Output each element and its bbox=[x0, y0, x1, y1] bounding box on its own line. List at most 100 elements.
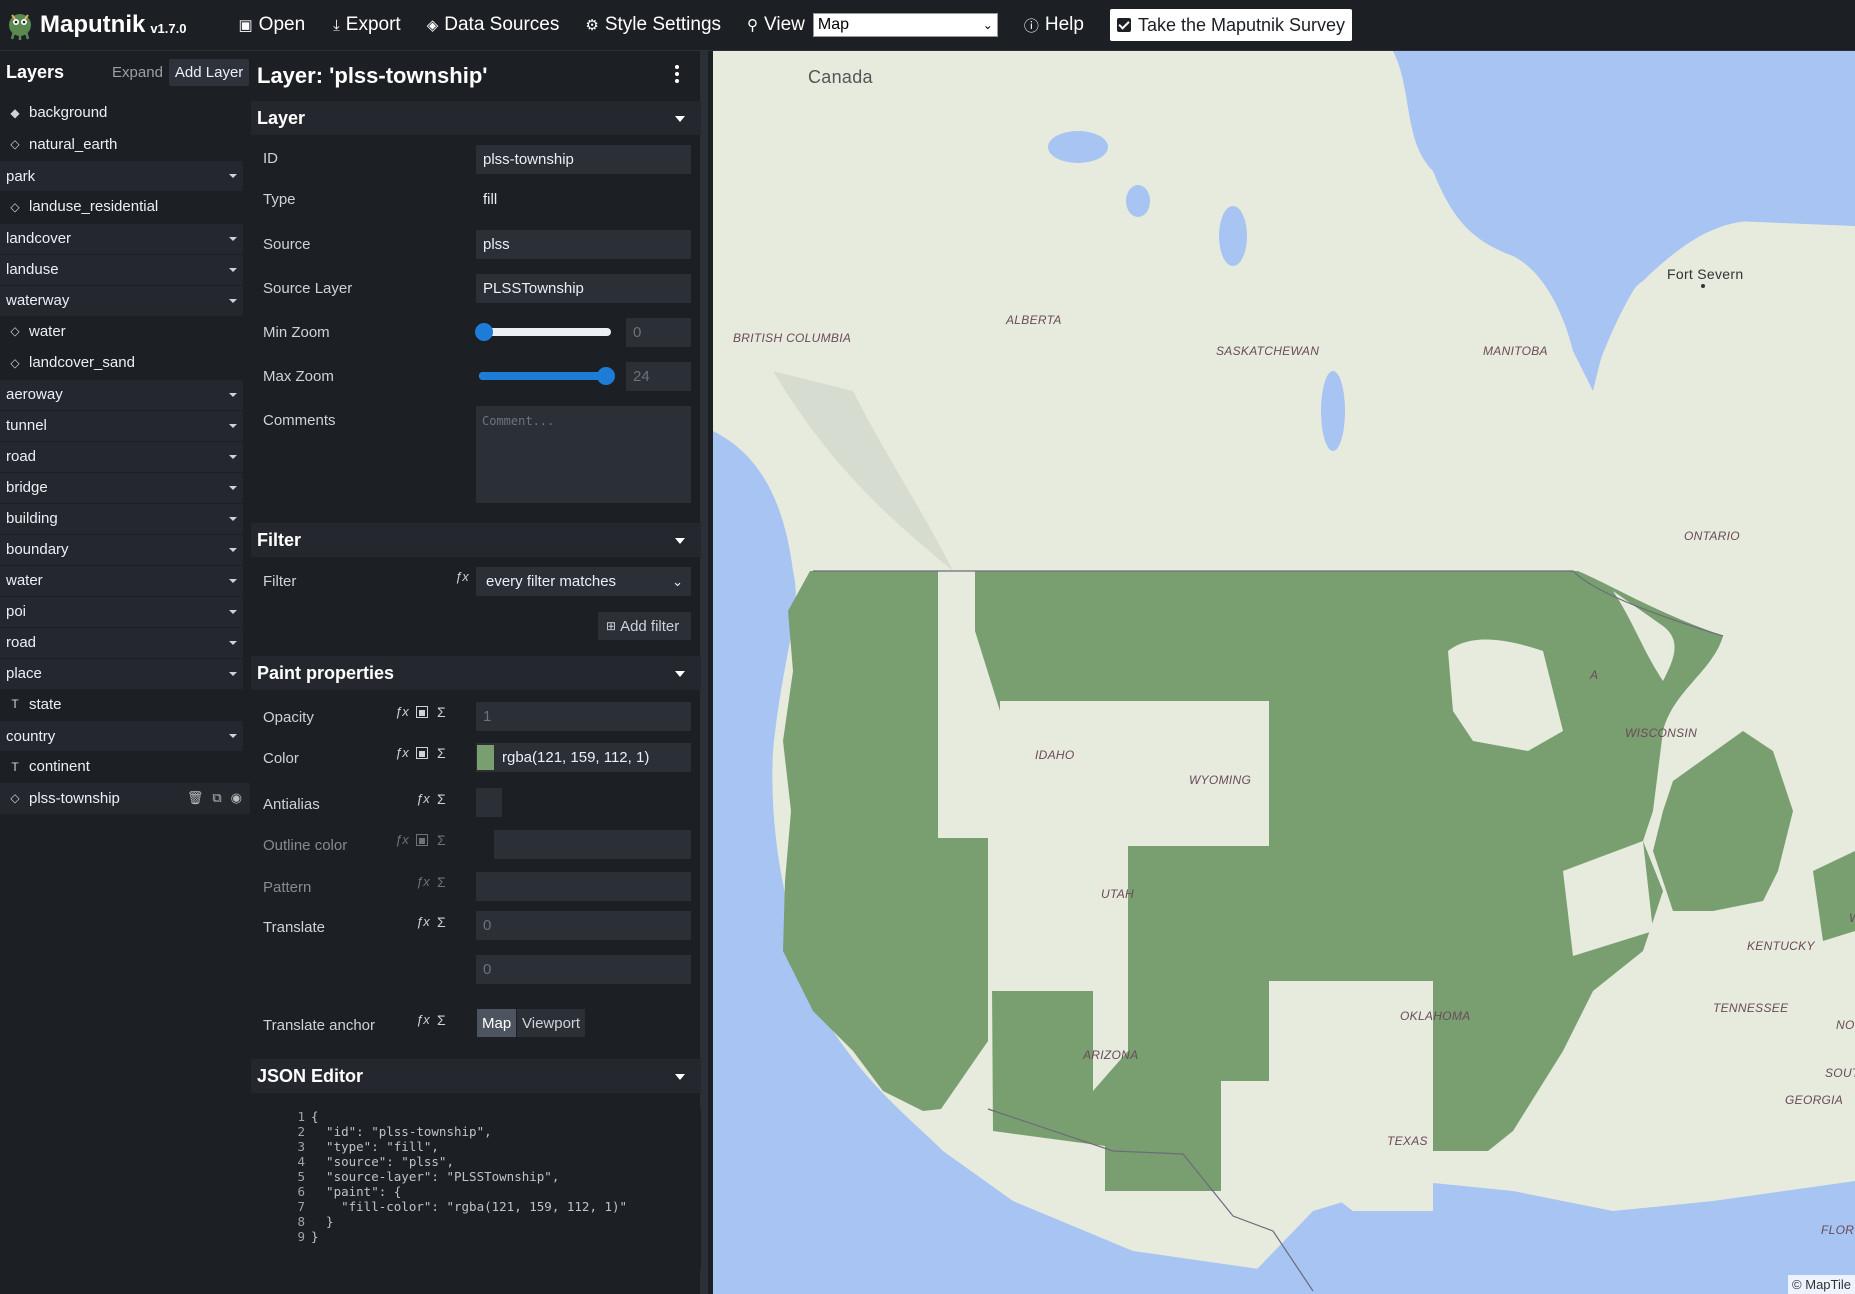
outline-color-input[interactable] bbox=[494, 830, 691, 859]
open-button[interactable]: ▣ Open bbox=[238, 14, 305, 36]
paint-section-header[interactable]: Paint properties bbox=[251, 656, 701, 690]
caret-down-icon[interactable] bbox=[229, 423, 237, 428]
slider-handle[interactable] bbox=[597, 367, 615, 385]
layer-item-natural_earth[interactable]: ◇ natural_earth bbox=[0, 129, 250, 161]
comments-textarea[interactable]: Comment... bbox=[476, 406, 691, 503]
function-icon[interactable]: ƒx bbox=[416, 914, 430, 929]
caret-down-icon[interactable] bbox=[229, 174, 237, 178]
layer-group-bridge[interactable]: bridge bbox=[0, 472, 243, 503]
layer-group-park[interactable]: park bbox=[0, 161, 243, 191]
layer-group-tunnel[interactable]: tunnel bbox=[0, 410, 243, 441]
expression-icon[interactable]: Σ bbox=[437, 832, 446, 848]
map-attribution[interactable]: © MapTile bbox=[1788, 1275, 1855, 1294]
caret-down-icon[interactable] bbox=[229, 578, 237, 583]
layer-group-road[interactable]: road bbox=[0, 441, 243, 472]
expand-button[interactable]: Expand bbox=[106, 59, 169, 86]
export-button[interactable]: ⤓ Export bbox=[333, 14, 401, 36]
delete-icon[interactable]: 🗑 bbox=[187, 790, 204, 806]
add-layer-button[interactable]: Add Layer bbox=[168, 58, 250, 86]
layer-item-landcover_sand[interactable]: ◇ landcover_sand bbox=[0, 347, 250, 379]
max-zoom-slider[interactable] bbox=[479, 367, 615, 385]
json-editor-header[interactable]: JSON Editor bbox=[251, 1059, 701, 1093]
layer-section-header[interactable]: Layer bbox=[251, 101, 701, 135]
layer-item-landuse_residential[interactable]: ◇ landuse_residential bbox=[0, 191, 250, 223]
help-button[interactable]: ⓘ Help bbox=[1024, 14, 1084, 36]
layer-group-place[interactable]: place bbox=[0, 658, 243, 689]
expression-icon[interactable]: Σ bbox=[437, 1012, 446, 1028]
layer-group-boundary[interactable]: boundary bbox=[0, 534, 243, 565]
map-view[interactable]: Canada BRITISH COLUMBIA ALBERTA SASKATCH… bbox=[713, 51, 1855, 1294]
data-driven-icon[interactable] bbox=[416, 747, 428, 759]
anchor-map-button[interactable]: Map bbox=[477, 1009, 517, 1037]
json-editor[interactable]: 1{2 "id": "plss-township", 3 "type": "fil… bbox=[251, 1109, 701, 1269]
eye-icon[interactable]: ◉ bbox=[231, 790, 242, 806]
antialias-checkbox[interactable] bbox=[476, 788, 502, 817]
pattern-input[interactable] bbox=[476, 872, 691, 901]
caret-down-icon[interactable] bbox=[229, 609, 237, 614]
data-driven-icon[interactable] bbox=[416, 706, 428, 718]
caret-down-icon[interactable] bbox=[229, 671, 237, 676]
layer-group-waterway[interactable]: waterway bbox=[0, 285, 243, 316]
survey-button[interactable]: Take the Maputnik Survey bbox=[1109, 9, 1353, 41]
caret-down-icon[interactable] bbox=[229, 267, 237, 272]
expression-icon[interactable]: Σ bbox=[437, 791, 446, 807]
translate-y-input[interactable]: 0 bbox=[476, 955, 691, 984]
caret-down-icon[interactable] bbox=[229, 392, 237, 397]
layer-item-water[interactable]: ◇ water bbox=[0, 316, 250, 348]
add-filter-button[interactable]: ⊞ Add filter bbox=[598, 612, 691, 640]
editor-scrollbar[interactable] bbox=[700, 51, 708, 1294]
function-icon[interactable]: ƒx bbox=[455, 569, 469, 584]
caret-down-icon[interactable] bbox=[229, 454, 237, 459]
layer-group-road[interactable]: road bbox=[0, 627, 243, 658]
min-zoom-slider[interactable] bbox=[475, 323, 611, 341]
function-icon[interactable]: ƒx bbox=[416, 874, 430, 889]
caret-down-icon[interactable] bbox=[229, 236, 237, 241]
layer-group-landcover[interactable]: landcover bbox=[0, 223, 243, 254]
caret-down-icon[interactable] bbox=[229, 516, 237, 521]
more-options-icon[interactable] bbox=[675, 65, 679, 86]
color-input[interactable]: rgba(121, 159, 112, 1) bbox=[476, 743, 691, 772]
layer-group-building[interactable]: building bbox=[0, 503, 243, 534]
slider-handle[interactable] bbox=[475, 323, 493, 341]
layer-group-aeroway[interactable]: aeroway bbox=[0, 379, 243, 410]
layer-group-landuse[interactable]: landuse bbox=[0, 254, 243, 285]
caret-down-icon[interactable] bbox=[229, 547, 237, 552]
translate-x-input[interactable]: 0 bbox=[476, 911, 691, 940]
view-select-value: Map bbox=[817, 16, 849, 33]
view-select[interactable]: Map ⌄ bbox=[812, 13, 998, 37]
function-icon[interactable]: ƒx bbox=[416, 1012, 430, 1027]
layer-item-background[interactable]: ◆ background bbox=[0, 97, 250, 129]
caret-down-icon[interactable] bbox=[229, 640, 237, 645]
expression-icon[interactable]: Σ bbox=[437, 704, 446, 720]
layer-group-country[interactable]: country bbox=[0, 721, 243, 751]
source-layer-input[interactable]: PLSSTownship bbox=[476, 274, 691, 303]
layer-group-poi[interactable]: poi bbox=[0, 596, 243, 627]
id-input[interactable]: plss-township bbox=[476, 145, 691, 174]
data-sources-button[interactable]: ◈ Data Sources bbox=[427, 14, 560, 36]
data-driven-icon[interactable] bbox=[416, 834, 428, 846]
caret-down-icon[interactable] bbox=[229, 298, 237, 303]
function-icon[interactable]: ƒx bbox=[395, 745, 409, 760]
color-swatch[interactable] bbox=[477, 745, 494, 770]
expression-icon[interactable]: Σ bbox=[437, 745, 446, 761]
expression-icon[interactable]: Σ bbox=[437, 874, 446, 890]
layer-item-state[interactable]: Tstate bbox=[0, 689, 250, 721]
opacity-input[interactable]: 1 bbox=[476, 702, 691, 731]
function-icon[interactable]: ƒx bbox=[395, 704, 409, 719]
copy-icon[interactable]: ⧉ bbox=[212, 790, 221, 806]
function-icon[interactable]: ƒx bbox=[416, 791, 430, 806]
caret-down-icon[interactable] bbox=[229, 734, 237, 738]
expression-icon[interactable]: Σ bbox=[437, 914, 446, 930]
source-input[interactable]: plss bbox=[476, 230, 691, 259]
max-zoom-input[interactable]: 24 bbox=[626, 362, 691, 391]
layer-item-continent[interactable]: Tcontinent bbox=[0, 751, 250, 783]
style-settings-button[interactable]: ⚙ Style Settings bbox=[585, 14, 721, 36]
anchor-viewport-button[interactable]: Viewport bbox=[517, 1009, 586, 1037]
caret-down-icon[interactable] bbox=[229, 485, 237, 490]
min-zoom-input[interactable]: 0 bbox=[626, 318, 691, 347]
function-icon[interactable]: ƒx bbox=[395, 832, 409, 847]
filter-combinator-select[interactable]: every filter matches ⌄ bbox=[476, 567, 691, 596]
layer-group-water[interactable]: water bbox=[0, 565, 243, 596]
filter-section-header[interactable]: Filter bbox=[251, 523, 701, 557]
layer-item-plss-township[interactable]: ◇ plss-township 🗑 ⧉ ◉ bbox=[0, 782, 250, 814]
